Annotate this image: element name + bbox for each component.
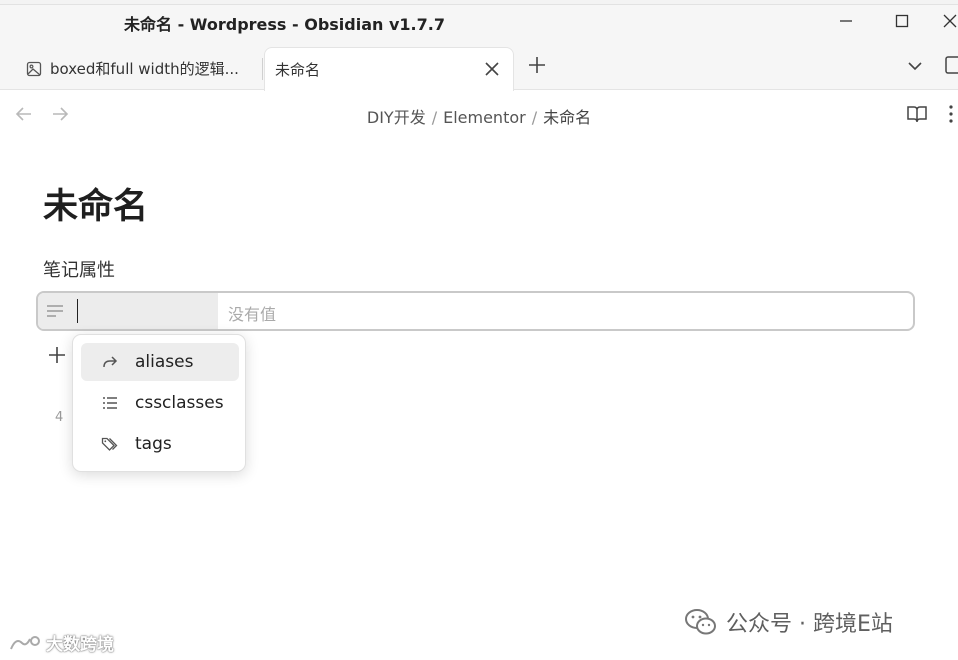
- image-icon: [26, 61, 42, 76]
- note-title[interactable]: 未命名: [43, 178, 148, 229]
- plus-icon[interactable]: [526, 54, 548, 76]
- breadcrumb-current-note[interactable]: 未命名: [543, 108, 591, 127]
- text-lines-icon: [47, 305, 63, 317]
- watermark-left-text: 大数跨境: [46, 635, 114, 655]
- wechat-icon: [685, 609, 716, 635]
- tab-separator: [262, 58, 263, 80]
- maximize-button[interactable]: [882, 5, 922, 37]
- title-bar: 未命名 - Wordpress - Obsidian v1.7.7: [0, 5, 958, 38]
- chevron-down-icon[interactable]: [905, 56, 925, 76]
- watermark-text: 公众号 · 跨境E站: [726, 612, 893, 637]
- breadcrumb-folder-diy[interactable]: DIY开发: [367, 108, 426, 127]
- view-header: DIY开发 / Elementor / 未命名: [0, 91, 958, 137]
- watermark-wechat: 公众号 · 跨境E站: [684, 606, 893, 638]
- property-key-input[interactable]: [38, 293, 218, 329]
- maximize-icon: [895, 14, 909, 28]
- breadcrumb-separator: /: [431, 108, 438, 127]
- forward-arrow-icon: [103, 356, 118, 368]
- tab-boxed-full-width[interactable]: boxed和full width的逻辑...: [14, 47, 260, 90]
- close-window-button[interactable]: [930, 5, 958, 37]
- suggestion-label: tags: [135, 434, 172, 454]
- sidebar-icon[interactable]: [944, 55, 958, 75]
- tab-untitled[interactable]: 未命名: [264, 47, 514, 91]
- tab-label: boxed和full width的逻辑...: [50, 60, 239, 78]
- watermark-logo-icon: [10, 635, 40, 649]
- list-icon: [103, 397, 117, 409]
- breadcrumb: DIY开发 / Elementor / 未命名: [0, 104, 958, 128]
- tags-icon: [101, 437, 118, 451]
- close-icon: [943, 14, 957, 28]
- suggestion-cssclasses[interactable]: cssclasses: [81, 384, 239, 422]
- property-value-input[interactable]: 没有值: [228, 301, 276, 325]
- minimize-icon: [840, 20, 852, 22]
- property-row[interactable]: 没有值: [36, 291, 915, 331]
- breadcrumb-separator: /: [531, 108, 538, 127]
- window-title: 未命名 - Wordpress - Obsidian v1.7.7: [124, 15, 445, 34]
- x-icon[interactable]: [483, 60, 501, 78]
- add-property-plus-icon[interactable]: [46, 344, 68, 366]
- more-vertical-icon[interactable]: [944, 103, 958, 125]
- text-caret: [77, 299, 78, 323]
- property-suggestion-popover: aliases cssclasses tags: [72, 334, 246, 472]
- suggestion-label: aliases: [135, 352, 194, 372]
- line-number: 4: [55, 410, 64, 425]
- tab-bar: boxed和full width的逻辑... 未命名: [0, 38, 958, 91]
- breadcrumb-folder-elementor[interactable]: Elementor: [443, 108, 526, 127]
- suggestion-aliases[interactable]: aliases: [81, 343, 239, 381]
- suggestion-label: cssclasses: [135, 393, 224, 413]
- tab-label: 未命名: [275, 61, 321, 79]
- watermark-logo: 大数跨境: [8, 630, 114, 655]
- minimize-button[interactable]: [826, 5, 866, 37]
- suggestion-tags[interactable]: tags: [81, 425, 239, 463]
- book-open-icon[interactable]: [906, 103, 928, 125]
- properties-heading: 笔记属性: [43, 260, 115, 281]
